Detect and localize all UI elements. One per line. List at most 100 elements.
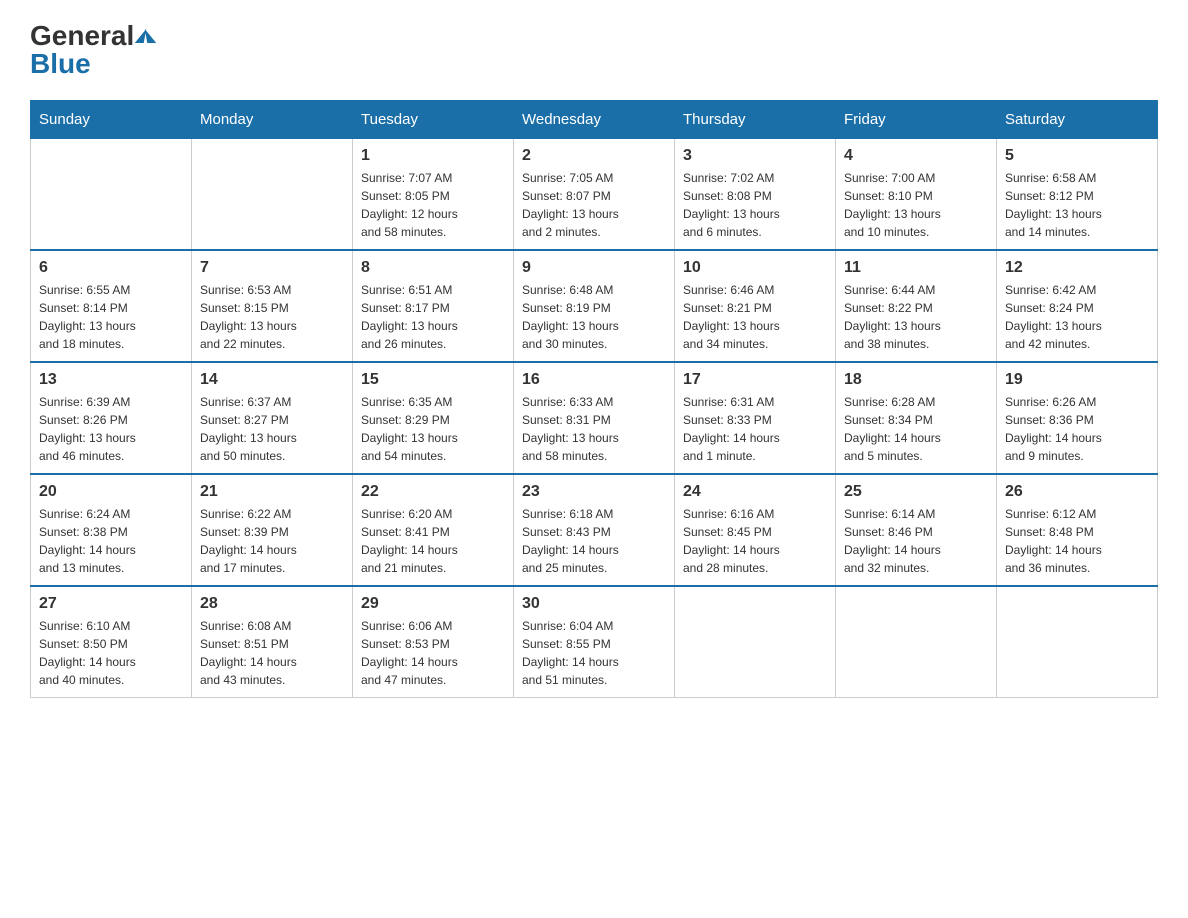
day-number: 10	[683, 259, 827, 277]
day-number: 25	[844, 483, 988, 501]
day-info: Sunrise: 6:10 AM Sunset: 8:50 PM Dayligh…	[39, 617, 183, 689]
day-number: 27	[39, 595, 183, 613]
calendar-cell: 23 Sunrise: 6:18 AM Sunset: 8:43 PM Dayli…	[514, 474, 675, 586]
calendar-cell: 26 Sunrise: 6:12 AM Sunset: 8:48 PM Dayli…	[997, 474, 1158, 586]
day-number: 21	[200, 483, 344, 501]
day-info: Sunrise: 6:46 AM Sunset: 8:21 PM Dayligh…	[683, 281, 827, 353]
calendar-cell: 5Sunrise: 6:58 AM Sunset: 8:12 PM Daylig…	[997, 139, 1158, 251]
day-number: 4	[844, 147, 988, 165]
day-info: Sunrise: 7:02 AM Sunset: 8:08 PM Dayligh…	[683, 169, 827, 241]
calendar-cell: 17 Sunrise: 6:31 AM Sunset: 8:33 PM Dayli…	[675, 362, 836, 474]
calendar-week-row: 1 Sunrise: 7:07 AM Sunset: 8:05 PM Daylig…	[31, 139, 1158, 251]
day-number: 3	[683, 147, 827, 165]
day-info: Sunrise: 6:44 AM Sunset: 8:22 PM Dayligh…	[844, 281, 988, 353]
calendar-cell: 25 Sunrise: 6:14 AM Sunset: 8:46 PM Dayli…	[836, 474, 997, 586]
day-number: 28	[200, 595, 344, 613]
calendar-cell: 30 Sunrise: 6:04 AM Sunset: 8:55 PM Dayli…	[514, 586, 675, 698]
day-number: 23	[522, 483, 666, 501]
calendar-cell	[675, 586, 836, 698]
day-number: 18	[844, 371, 988, 389]
calendar-cell: 1 Sunrise: 7:07 AM Sunset: 8:05 PM Daylig…	[353, 139, 514, 251]
day-number: 9	[522, 259, 666, 277]
calendar-cell: 3 Sunrise: 7:02 AM Sunset: 8:08 PM Daylig…	[675, 139, 836, 251]
day-number: 14	[200, 371, 344, 389]
day-info: Sunrise: 6:35 AM Sunset: 8:29 PM Dayligh…	[361, 393, 505, 465]
day-info: Sunrise: 6:39 AM Sunset: 8:26 PM Dayligh…	[39, 393, 183, 465]
calendar-cell	[31, 139, 192, 251]
calendar-cell: 18 Sunrise: 6:28 AM Sunset: 8:34 PM Dayli…	[836, 362, 997, 474]
calendar-cell: 19 Sunrise: 6:26 AM Sunset: 8:36 PM Dayli…	[997, 362, 1158, 474]
calendar-header-row: SundayMondayTuesdayWednesdayThursdayFrid…	[31, 101, 1158, 139]
day-info: Sunrise: 7:07 AM Sunset: 8:05 PM Dayligh…	[361, 169, 505, 241]
logo-blue-word: Blue	[30, 48, 155, 80]
day-number: 19	[1005, 371, 1149, 389]
day-number: 11	[844, 259, 988, 277]
calendar-cell: 27 Sunrise: 6:10 AM Sunset: 8:50 PM Dayli…	[31, 586, 192, 698]
day-info: Sunrise: 6:37 AM Sunset: 8:27 PM Dayligh…	[200, 393, 344, 465]
day-info: Sunrise: 6:33 AM Sunset: 8:31 PM Dayligh…	[522, 393, 666, 465]
day-info: Sunrise: 7:00 AM Sunset: 8:10 PM Dayligh…	[844, 169, 988, 241]
day-number: 6	[39, 259, 183, 277]
day-info: Sunrise: 6:20 AM Sunset: 8:41 PM Dayligh…	[361, 505, 505, 577]
calendar-cell: 16 Sunrise: 6:33 AM Sunset: 8:31 PM Dayli…	[514, 362, 675, 474]
logo-triangle2-icon	[145, 29, 156, 43]
calendar-cell: 22 Sunrise: 6:20 AM Sunset: 8:41 PM Dayli…	[353, 474, 514, 586]
day-number: 26	[1005, 483, 1149, 501]
calendar-table: SundayMondayTuesdayWednesdayThursdayFrid…	[30, 100, 1158, 698]
day-number: 12	[1005, 259, 1149, 277]
weekday-header-sunday: Sunday	[31, 101, 192, 139]
calendar-cell: 7Sunrise: 6:53 AM Sunset: 8:15 PM Daylig…	[192, 250, 353, 362]
day-info: Sunrise: 6:22 AM Sunset: 8:39 PM Dayligh…	[200, 505, 344, 577]
day-info: Sunrise: 6:08 AM Sunset: 8:51 PM Dayligh…	[200, 617, 344, 689]
logo: General Blue	[30, 20, 155, 80]
day-number: 22	[361, 483, 505, 501]
weekday-header-wednesday: Wednesday	[514, 101, 675, 139]
day-info: Sunrise: 6:26 AM Sunset: 8:36 PM Dayligh…	[1005, 393, 1149, 465]
day-number: 5	[1005, 147, 1149, 165]
calendar-week-row: 27 Sunrise: 6:10 AM Sunset: 8:50 PM Dayli…	[31, 586, 1158, 698]
day-info: Sunrise: 6:14 AM Sunset: 8:46 PM Dayligh…	[844, 505, 988, 577]
day-info: Sunrise: 6:55 AM Sunset: 8:14 PM Dayligh…	[39, 281, 183, 353]
day-info: Sunrise: 6:42 AM Sunset: 8:24 PM Dayligh…	[1005, 281, 1149, 353]
calendar-cell: 29 Sunrise: 6:06 AM Sunset: 8:53 PM Dayli…	[353, 586, 514, 698]
weekday-header-saturday: Saturday	[997, 101, 1158, 139]
calendar-cell	[836, 586, 997, 698]
day-info: Sunrise: 6:53 AM Sunset: 8:15 PM Dayligh…	[200, 281, 344, 353]
day-number: 30	[522, 595, 666, 613]
day-info: Sunrise: 7:05 AM Sunset: 8:07 PM Dayligh…	[522, 169, 666, 241]
day-info: Sunrise: 6:24 AM Sunset: 8:38 PM Dayligh…	[39, 505, 183, 577]
day-number: 1	[361, 147, 505, 165]
day-number: 8	[361, 259, 505, 277]
calendar-cell: 15 Sunrise: 6:35 AM Sunset: 8:29 PM Dayli…	[353, 362, 514, 474]
weekday-header-friday: Friday	[836, 101, 997, 139]
calendar-week-row: 13 Sunrise: 6:39 AM Sunset: 8:26 PM Dayli…	[31, 362, 1158, 474]
calendar-cell: 13 Sunrise: 6:39 AM Sunset: 8:26 PM Dayli…	[31, 362, 192, 474]
day-info: Sunrise: 6:04 AM Sunset: 8:55 PM Dayligh…	[522, 617, 666, 689]
calendar-cell	[192, 139, 353, 251]
weekday-header-monday: Monday	[192, 101, 353, 139]
day-info: Sunrise: 6:51 AM Sunset: 8:17 PM Dayligh…	[361, 281, 505, 353]
calendar-week-row: 6 Sunrise: 6:55 AM Sunset: 8:14 PM Daylig…	[31, 250, 1158, 362]
calendar-cell: 24Sunrise: 6:16 AM Sunset: 8:45 PM Dayli…	[675, 474, 836, 586]
day-number: 29	[361, 595, 505, 613]
calendar-cell: 9Sunrise: 6:48 AM Sunset: 8:19 PM Daylig…	[514, 250, 675, 362]
calendar-cell: 8 Sunrise: 6:51 AM Sunset: 8:17 PM Daylig…	[353, 250, 514, 362]
day-number: 13	[39, 371, 183, 389]
day-info: Sunrise: 6:12 AM Sunset: 8:48 PM Dayligh…	[1005, 505, 1149, 577]
day-info: Sunrise: 6:31 AM Sunset: 8:33 PM Dayligh…	[683, 393, 827, 465]
day-number: 15	[361, 371, 505, 389]
day-number: 24	[683, 483, 827, 501]
day-info: Sunrise: 6:06 AM Sunset: 8:53 PM Dayligh…	[361, 617, 505, 689]
calendar-cell: 4 Sunrise: 7:00 AM Sunset: 8:10 PM Daylig…	[836, 139, 997, 251]
day-number: 20	[39, 483, 183, 501]
calendar-cell	[997, 586, 1158, 698]
day-info: Sunrise: 6:28 AM Sunset: 8:34 PM Dayligh…	[844, 393, 988, 465]
weekday-header-thursday: Thursday	[675, 101, 836, 139]
day-info: Sunrise: 6:18 AM Sunset: 8:43 PM Dayligh…	[522, 505, 666, 577]
day-number: 16	[522, 371, 666, 389]
calendar-cell: 12 Sunrise: 6:42 AM Sunset: 8:24 PM Dayli…	[997, 250, 1158, 362]
calendar-week-row: 20 Sunrise: 6:24 AM Sunset: 8:38 PM Dayli…	[31, 474, 1158, 586]
calendar-cell: 21 Sunrise: 6:22 AM Sunset: 8:39 PM Dayli…	[192, 474, 353, 586]
day-number: 17	[683, 371, 827, 389]
calendar-cell: 6 Sunrise: 6:55 AM Sunset: 8:14 PM Daylig…	[31, 250, 192, 362]
